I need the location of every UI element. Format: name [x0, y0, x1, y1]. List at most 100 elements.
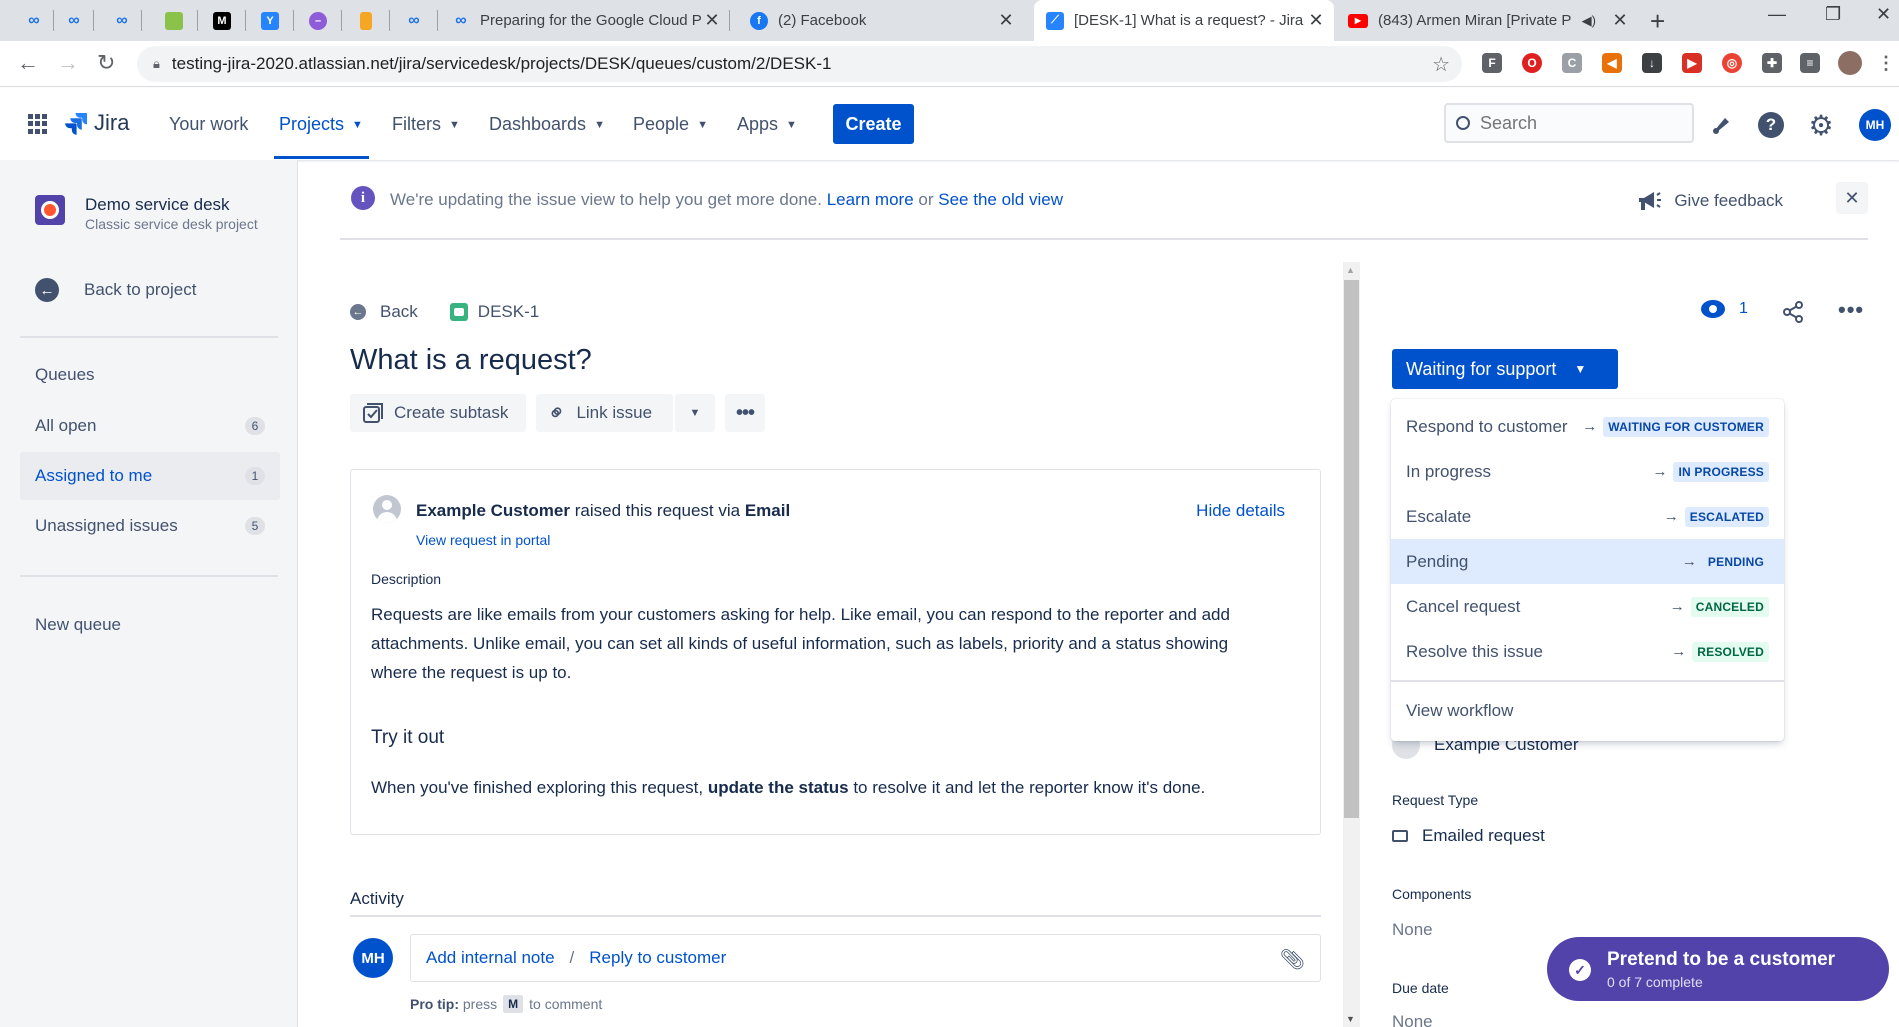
browser-tab[interactable]: ∞: [54, 0, 94, 41]
watch-button[interactable]: 1: [1701, 300, 1748, 318]
attachment-paperclip-icon[interactable]: 📎︎: [1280, 947, 1305, 972]
browser-tab-facebook[interactable]: f (2) Facebook ✕: [740, 0, 1024, 41]
browser-tab[interactable]: [342, 0, 390, 41]
reply-to-customer-link[interactable]: Reply to customer: [589, 948, 726, 968]
minimize-icon[interactable]: —: [1768, 4, 1786, 25]
transition-label: Resolve this issue: [1406, 641, 1544, 661]
search-field[interactable]: [1444, 103, 1694, 143]
learn-more-link[interactable]: Learn more: [827, 190, 914, 209]
user-avatar[interactable]: MH: [1859, 109, 1891, 141]
jira-logo[interactable]: Jira: [64, 110, 129, 136]
megaphone-extension-icon[interactable]: ◀: [1602, 53, 1622, 73]
components-value[interactable]: None: [1392, 920, 1433, 940]
notifications-icon[interactable]: [1709, 112, 1735, 138]
reading-list-icon[interactable]: ≡: [1800, 53, 1820, 73]
close-tab-icon[interactable]: ✕: [1306, 10, 1326, 31]
extension-f-icon[interactable]: F: [1482, 53, 1502, 73]
new-tab-icon[interactable]: +: [1650, 6, 1665, 37]
help-icon[interactable]: ?: [1758, 112, 1784, 138]
status-transition-button[interactable]: Waiting for support ▼: [1392, 349, 1618, 389]
browser-tab[interactable]: –: [294, 0, 342, 41]
issue-title[interactable]: What is a request?: [350, 344, 592, 377]
add-internal-note-link[interactable]: Add internal note: [426, 948, 555, 968]
transition-pending[interactable]: Pending → PENDING: [1391, 539, 1784, 584]
browser-tab[interactable]: Y: [246, 0, 294, 41]
app-switcher-icon[interactable]: [28, 114, 48, 134]
nav-projects[interactable]: Projects ▼: [279, 114, 363, 135]
browser-tab[interactable]: [150, 0, 198, 41]
download-extension-icon[interactable]: ↓: [1642, 53, 1662, 73]
create-subtask-button[interactable]: Create subtask: [350, 394, 526, 432]
close-tab-icon[interactable]: ✕: [702, 10, 722, 31]
browser-tab-google-cloud[interactable]: ∞ Preparing for the Google Cloud P ✕: [448, 0, 730, 41]
browser-tab[interactable]: ∞: [390, 0, 438, 41]
link-issue-button[interactable]: ⚭ Link issue: [536, 394, 673, 432]
project-name[interactable]: Demo service desk: [85, 195, 230, 215]
browser-tab[interactable]: M: [198, 0, 246, 41]
close-tab-icon[interactable]: ✕: [996, 10, 1016, 31]
nav-label: Dashboards: [489, 114, 587, 134]
restore-icon[interactable]: ❐: [1825, 4, 1841, 25]
nav-apps[interactable]: Apps ▼: [737, 114, 797, 135]
extension-c-icon[interactable]: C: [1562, 53, 1582, 73]
search-input[interactable]: [1480, 112, 1680, 134]
comment-box[interactable]: Add internal note / Reply to customer 📎︎: [410, 934, 1321, 982]
back-arrow-icon[interactable]: ←: [350, 304, 366, 320]
queue-all-open[interactable]: All open 6: [20, 402, 280, 450]
url-field[interactable]: 🔒︎ testing-jira-2020.atlassian.net/jira/…: [137, 46, 1462, 82]
y-icon: Y: [261, 11, 279, 30]
nav-your-work[interactable]: Your work: [169, 114, 248, 135]
queue-assigned-to-me[interactable]: Assigned to me 1: [20, 452, 280, 500]
color-extension-icon[interactable]: ◎: [1722, 53, 1742, 73]
puzzle-icon[interactable]: ✚: [1762, 53, 1782, 73]
back-link[interactable]: Back: [380, 302, 418, 322]
close-window-icon[interactable]: ✕: [1876, 4, 1891, 25]
create-button[interactable]: Create: [833, 104, 914, 144]
forward-arrow-icon[interactable]: →: [57, 50, 79, 76]
scroll-up-arrow-icon[interactable]: ▲: [1346, 265, 1355, 275]
onboarding-checklist-button[interactable]: ✓ Pretend to be a customer 0 of 7 comple…: [1547, 937, 1889, 1001]
give-feedback-button[interactable]: Give feedback: [1636, 190, 1783, 212]
hide-details-link[interactable]: Hide details: [1196, 501, 1285, 521]
due-date-value[interactable]: None: [1392, 1012, 1433, 1027]
reporter-name[interactable]: Example Customer: [416, 501, 570, 520]
new-queue-link[interactable]: New queue: [35, 615, 121, 635]
nav-people[interactable]: People ▼: [633, 114, 708, 135]
profile-avatar-icon[interactable]: [1838, 51, 1862, 75]
description-text[interactable]: Requests are like emails from your custo…: [371, 600, 1271, 687]
browser-tab[interactable]: ∞: [102, 0, 142, 41]
video-extension-icon[interactable]: ▶: [1682, 53, 1702, 73]
main-scrollbar-thumb[interactable]: [1344, 280, 1359, 818]
old-view-link[interactable]: See the old view: [938, 190, 1063, 209]
view-workflow-link[interactable]: View workflow: [1406, 701, 1513, 721]
transition-escalate[interactable]: Escalate → ESCALATED: [1391, 494, 1784, 539]
close-tab-icon[interactable]: ✕: [1610, 10, 1630, 31]
browser-tab[interactable]: ∞: [14, 0, 54, 41]
settings-gear-icon[interactable]: ⚙: [1808, 110, 1834, 141]
opera-icon[interactable]: O: [1522, 53, 1542, 73]
transition-in-progress[interactable]: In progress → IN PROGRESS: [1391, 449, 1784, 494]
back-arrow-icon[interactable]: ←: [17, 50, 39, 76]
browser-menu-icon[interactable]: ⋮: [1876, 53, 1896, 73]
back-to-project-link[interactable]: ← Back to project: [35, 278, 196, 302]
transition-cancel-request[interactable]: Cancel request → CANCELED: [1391, 584, 1784, 629]
more-actions-button[interactable]: •••: [725, 394, 765, 432]
scroll-down-arrow-icon[interactable]: ▼: [1346, 1014, 1355, 1024]
transition-respond-to-customer[interactable]: Respond to customer → WAITING FOR CUSTOME…: [1391, 404, 1784, 449]
transition-resolve[interactable]: Resolve this issue → RESOLVED: [1391, 629, 1784, 674]
link-issue-dropdown[interactable]: ▼: [675, 394, 715, 432]
speaker-icon[interactable]: ◀): [1582, 13, 1596, 29]
view-in-portal-link[interactable]: View request in portal: [416, 532, 550, 548]
issue-key-link[interactable]: DESK-1: [478, 302, 539, 322]
browser-tab-jira-active[interactable]: ⟋ [DESK-1] What is a request? - Jira ✕: [1034, 0, 1334, 41]
close-banner-icon[interactable]: ✕: [1836, 182, 1868, 214]
request-type-value[interactable]: Emailed request: [1392, 826, 1545, 846]
browser-tab-youtube[interactable]: ▶ (843) Armen Miran [Private P ◀) ✕: [1338, 0, 1638, 41]
share-icon[interactable]: [1781, 300, 1805, 329]
nav-dashboards[interactable]: Dashboards ▼: [489, 114, 605, 135]
reload-icon[interactable]: ↻: [97, 50, 115, 76]
bookmark-star-icon[interactable]: ☆: [1432, 52, 1450, 77]
nav-filters[interactable]: Filters ▼: [392, 114, 460, 135]
queue-unassigned[interactable]: Unassigned issues 5: [20, 502, 280, 550]
more-horizontal-icon[interactable]: •••: [1838, 297, 1864, 323]
